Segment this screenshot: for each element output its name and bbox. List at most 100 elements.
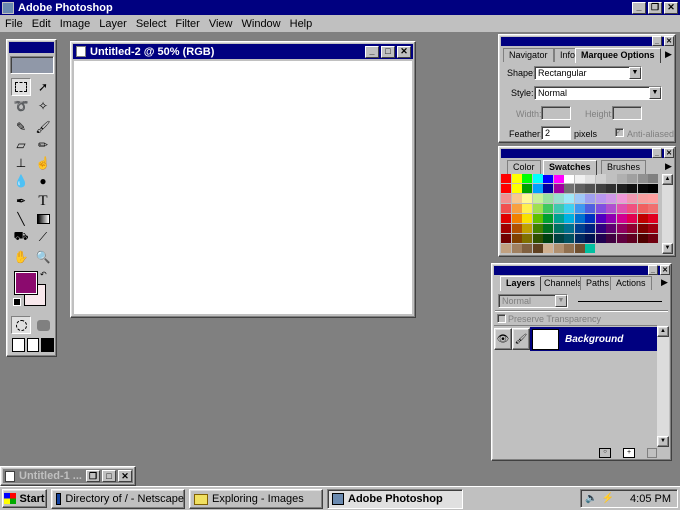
- menu-view[interactable]: View: [209, 18, 233, 30]
- app-close-button[interactable]: ✕: [664, 1, 678, 14]
- menu-image[interactable]: Image: [60, 18, 91, 30]
- scroll-up-arrow-icon[interactable]: ▲: [657, 326, 669, 337]
- paint-bucket-tool-icon[interactable]: ⛟: [11, 228, 31, 246]
- color-swatch[interactable]: [511, 194, 522, 203]
- layers-scrollbar[interactable]: ▲ ▼: [657, 326, 669, 447]
- marquee-panel-menu-arrow-icon[interactable]: ▶: [665, 49, 672, 60]
- adobe-logo[interactable]: [10, 56, 54, 74]
- layers-panel-title-bar[interactable]: [494, 266, 669, 275]
- scroll-down-arrow-icon[interactable]: ▼: [662, 243, 673, 254]
- color-swatch[interactable]: [606, 174, 616, 183]
- color-swatch[interactable]: [627, 194, 637, 203]
- color-swatch[interactable]: [532, 194, 543, 203]
- color-swatch[interactable]: [637, 204, 648, 213]
- color-swatch[interactable]: [532, 204, 543, 213]
- color-swatch[interactable]: [648, 194, 658, 203]
- speaker-icon[interactable]: 🔈: [585, 493, 597, 504]
- color-swatch[interactable]: [616, 184, 627, 193]
- color-swatch[interactable]: [606, 204, 616, 213]
- color-swatch[interactable]: [627, 214, 637, 223]
- pen-tool-icon[interactable]: ✒: [11, 192, 31, 210]
- eyedropper-tool-icon[interactable]: ⟋: [33, 228, 53, 246]
- color-swatch[interactable]: [501, 234, 511, 243]
- color-swatch[interactable]: [564, 194, 574, 203]
- color-swatch[interactable]: [553, 174, 564, 183]
- shape-select[interactable]: Rectangular ▼: [534, 66, 642, 80]
- color-swatch[interactable]: [511, 174, 522, 183]
- scroll-up-arrow-icon[interactable]: ▲: [662, 174, 673, 185]
- color-swatch[interactable]: [522, 174, 532, 183]
- color-swatch[interactable]: [574, 214, 585, 223]
- color-swatch[interactable]: [637, 174, 648, 183]
- preserve-transparency-checkbox[interactable]: [497, 314, 506, 323]
- color-swatch[interactable]: [501, 214, 511, 223]
- color-swatch[interactable]: [543, 204, 553, 213]
- color-swatch[interactable]: [522, 234, 532, 243]
- color-swatch[interactable]: [522, 224, 532, 233]
- color-swatch[interactable]: [616, 224, 627, 233]
- color-swatch[interactable]: [532, 224, 543, 233]
- color-swatch[interactable]: [532, 174, 543, 183]
- color-swatch[interactable]: [543, 244, 553, 253]
- color-swatch[interactable]: [553, 184, 564, 193]
- tab-swatches[interactable]: Swatches: [543, 160, 597, 175]
- menu-filter[interactable]: Filter: [175, 18, 199, 30]
- color-swatch[interactable]: [637, 184, 648, 193]
- toolbox-title-bar[interactable]: [9, 42, 54, 53]
- document-title-bar[interactable]: Untitled-2 @ 50% (RGB) _ □ ✕: [73, 44, 413, 59]
- layers-panel-minimize-button[interactable]: _: [648, 265, 658, 275]
- color-swatch[interactable]: [532, 244, 543, 253]
- color-swatch[interactable]: [511, 234, 522, 243]
- anti-aliased-checkbox[interactable]: ✓: [615, 128, 624, 137]
- color-swatch[interactable]: [511, 204, 522, 213]
- blend-mode-select[interactable]: Normal ▼: [498, 294, 568, 308]
- tab-actions[interactable]: Actions: [610, 276, 652, 290]
- eraser-tool-icon[interactable]: ▱: [11, 136, 31, 154]
- color-swatch[interactable]: [564, 174, 574, 183]
- color-swatch[interactable]: [574, 234, 585, 243]
- color-swatch[interactable]: [553, 204, 564, 213]
- height-input[interactable]: [612, 106, 642, 120]
- magic-wand-tool-icon[interactable]: ✧: [33, 97, 53, 115]
- menu-window[interactable]: Window: [242, 18, 281, 30]
- start-button[interactable]: Start: [2, 489, 47, 508]
- color-swatch[interactable]: [637, 234, 648, 243]
- color-swatch[interactable]: [522, 244, 532, 253]
- swatches-panel-title-bar[interactable]: [501, 149, 673, 158]
- network-icon[interactable]: ⚡: [601, 493, 613, 504]
- color-swatch[interactable]: [574, 204, 585, 213]
- color-swatch[interactable]: [627, 204, 637, 213]
- blur-tool-icon[interactable]: 💧: [11, 172, 31, 190]
- color-swatch[interactable]: [532, 184, 543, 193]
- color-swatch[interactable]: [616, 204, 627, 213]
- new-layer-mask-icon[interactable]: ○: [599, 448, 611, 458]
- color-swatch[interactable]: [627, 234, 637, 243]
- color-swatch[interactable]: [616, 174, 627, 183]
- color-swatch[interactable]: [564, 204, 574, 213]
- color-swatch[interactable]: [616, 194, 627, 203]
- color-swatch[interactable]: [585, 194, 595, 203]
- document-maximize-button[interactable]: □: [381, 45, 395, 58]
- dodge-tool-icon[interactable]: ●: [33, 172, 53, 190]
- swap-colors-icon[interactable]: ↶: [40, 270, 47, 279]
- color-swatch[interactable]: [585, 224, 595, 233]
- rubber-stamp-tool-icon[interactable]: ⊥: [11, 154, 31, 172]
- color-swatch[interactable]: [585, 184, 595, 193]
- type-tool-icon[interactable]: T: [33, 192, 53, 210]
- eye-icon[interactable]: 👁: [494, 328, 512, 350]
- paintbrush-icon[interactable]: 🖌: [512, 328, 530, 350]
- pencil-tool-icon[interactable]: ✏: [33, 136, 53, 154]
- color-swatch[interactable]: [595, 204, 606, 213]
- color-swatch[interactable]: [532, 234, 543, 243]
- color-swatch[interactable]: [574, 244, 585, 253]
- color-swatch[interactable]: [648, 174, 658, 183]
- default-colors-icon[interactable]: [13, 298, 21, 306]
- color-swatch[interactable]: [648, 214, 658, 223]
- color-swatch[interactable]: [606, 224, 616, 233]
- color-swatch[interactable]: [627, 224, 637, 233]
- swatches-panel-minimize-button[interactable]: _: [652, 148, 662, 158]
- minimized-doc-restore-button[interactable]: ❐: [86, 470, 100, 482]
- color-swatch[interactable]: [522, 214, 532, 223]
- taskbar-item-photoshop[interactable]: Adobe Photoshop: [327, 489, 463, 509]
- app-restore-button[interactable]: ❐: [648, 1, 662, 14]
